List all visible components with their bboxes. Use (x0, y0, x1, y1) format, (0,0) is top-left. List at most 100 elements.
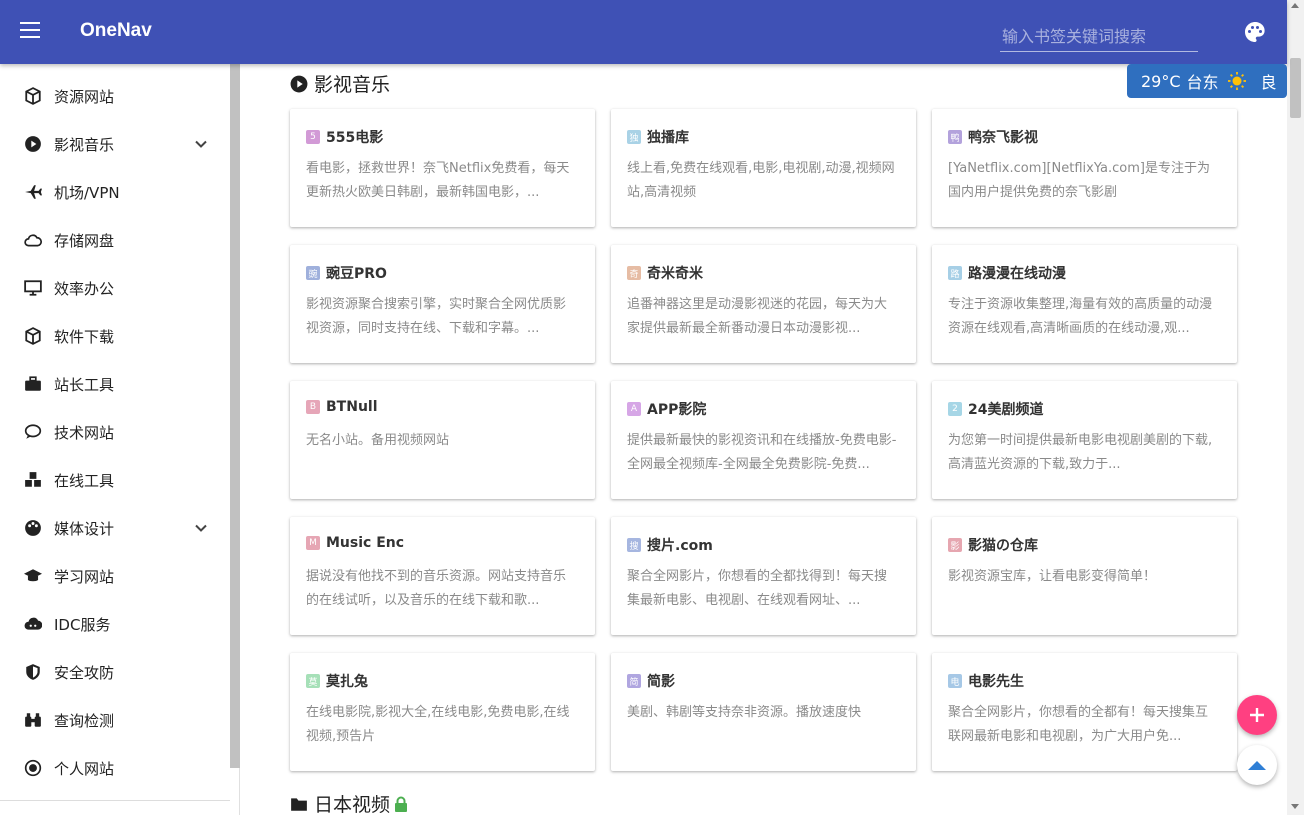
section-title-text: 影视音乐 (314, 74, 391, 96)
arrow-up-icon (1248, 761, 1266, 770)
site-card[interactable]: 影影猫の仓库 影视资源宝库，让看电影变得简单！ (932, 517, 1237, 635)
site-card[interactable]: B BTNull 无名小站。备用视频网站 (290, 381, 595, 499)
site-card[interactable]: 鸭鸭奈飞影视 [YaNetflix.com][NetflixYa.com]是专注… (932, 109, 1237, 227)
plus-icon (1250, 708, 1264, 722)
site-title: Music Enc (326, 535, 405, 551)
section-title: 日本视频 (290, 790, 408, 815)
sidebar-item-label: 在线工具 (54, 471, 115, 490)
sidebar-item-label: 影视音乐 (54, 135, 115, 154)
site-card[interactable]: 独独播库 线上看,免费在线观看,电影,电视剧,动漫,视频网站,高清视频 (611, 109, 916, 227)
sidebar-item-video-music[interactable]: 影视音乐 (0, 120, 228, 168)
binoculars-icon (25, 713, 41, 727)
sidebar-item-security[interactable]: 安全攻防 (0, 648, 228, 696)
site-card[interactable]: 搜搜片.com 聚合全网影片，你想看的全都找得到！每天搜集最新电影、电视剧、在线… (611, 517, 916, 635)
site-description: 为您第一时间提供最新电影电视剧美剧的下载,高清蓝光资源的下载,致力于... (948, 433, 1213, 472)
page-scrollbar[interactable] (1287, 0, 1304, 815)
site-favicon: 莫 (306, 674, 320, 688)
sidebar-divider (0, 800, 230, 801)
site-card[interactable]: 电电影先生 聚合全网影片，你想看的全都有！每天搜集互联网最新电影和电视剧，为广大… (932, 653, 1237, 771)
sidebar-item-label: 查询检测 (54, 711, 115, 730)
cloud-server-icon (24, 617, 42, 630)
site-card[interactable]: 奇奇米奇米 追番神器这里是动漫影视迷的花园，每天为大家提供最新最全新番动漫日本动… (611, 245, 916, 363)
palette-icon[interactable] (1243, 20, 1267, 44)
site-card[interactable]: 豌豌豆PRO 影视资源聚合搜索引擎，实时聚合全网优质影视资源，同时支持在线、下载… (290, 245, 595, 363)
add-button[interactable] (1237, 695, 1277, 735)
sidebar-item-label: 技术网站 (54, 423, 115, 442)
sidebar-item-office[interactable]: 效率办公 (0, 264, 228, 312)
top-app-bar: OneNav (0, 0, 1287, 64)
site-description: 追番神器这里是动漫影视迷的花园，每天为大家提供最新最全新番动漫日本动漫影视... (627, 297, 888, 336)
site-card[interactable]: M Music Enc 据说没有他找不到的音乐资源。网站支持音乐的在线试听，以及音… (290, 517, 595, 635)
chat-bubble-icon (24, 424, 42, 439)
sidebar-item-resources[interactable]: 资源网站 (0, 72, 228, 120)
cube-icon (25, 327, 41, 345)
sidebar-item-personal[interactable]: 个人网站 (0, 744, 228, 792)
sidebar-item-storage[interactable]: 存储网盘 (0, 216, 228, 264)
app-title[interactable]: OneNav (80, 20, 152, 42)
site-card[interactable]: 路路漫漫在线动漫 专注于资源收集整理,海量有效的高质量的动漫资源在线观看,高清晰… (932, 245, 1237, 363)
briefcase-icon (25, 376, 41, 391)
sidebar-item-query[interactable]: 查询检测 (0, 696, 228, 744)
site-favicon: 豌 (306, 266, 320, 280)
site-card[interactable]: A APP影院 提供最新最快的影视资讯和在线播放-免费电影-全网最全视频库-全网最… (611, 381, 916, 499)
site-card[interactable]: 2 24美剧频道 为您第一时间提供最新电影电视剧美剧的下载,高清蓝光资源的下载,致… (932, 381, 1237, 499)
site-title: 简影 (647, 674, 675, 690)
chevron-down-icon[interactable] (194, 521, 208, 535)
sidebar-item-media-design[interactable]: 媒体设计 (0, 504, 228, 552)
site-card[interactable]: 简简影 美剧、韩剧等支持奈非资源。播放速度快 (611, 653, 916, 771)
site-description: 提供最新最快的影视资讯和在线播放-免费电影-全网最全视频库-全网最全免费影院-免… (627, 433, 897, 472)
back-to-top-button[interactable] (1237, 745, 1277, 785)
site-description: 在线电影院,影视大全,在线电影,免费电影,在线视频,预告片 (306, 705, 570, 744)
folder-icon (291, 797, 307, 811)
sidebar-item-label: 资源网站 (54, 87, 115, 106)
site-favicon: 鸭 (948, 130, 962, 144)
site-favicon: 电 (948, 674, 962, 688)
menu-icon[interactable] (20, 22, 44, 42)
scrollbar-thumb[interactable] (1290, 58, 1301, 118)
site-title: 555电影 (326, 130, 384, 146)
site-title: 独播库 (647, 130, 689, 146)
graduation-cap-icon (24, 569, 42, 582)
sidebar-scrollbar[interactable] (230, 64, 240, 768)
site-card[interactable]: 莫莫扎兔 在线电影院,影视大全,在线电影,免费电影,在线视频,预告片 (290, 653, 595, 771)
weather-widget[interactable]: 29°C 台东 良 (1127, 64, 1287, 98)
site-description: 聚合全网影片，你想看的全都找得到！每天搜集最新电影、电视剧、在线观看网址、... (627, 569, 888, 608)
site-description: 无名小站。备用视频网站 (306, 433, 450, 448)
site-title: 豌豆PRO (326, 266, 387, 282)
sidebar-item-label: 存储网盘 (54, 231, 115, 250)
sidebar-item-label: 软件下载 (54, 327, 115, 346)
chevron-down-icon[interactable] (194, 137, 208, 151)
sidebar-item-idc[interactable]: IDC服务 (0, 600, 228, 648)
site-favicon: 简 (627, 674, 641, 688)
site-favicon: 搜 (627, 538, 641, 552)
search-input[interactable] (1000, 22, 1198, 52)
site-favicon: 5 (306, 130, 320, 144)
site-title: BTNull (326, 399, 378, 415)
site-favicon: 影 (948, 538, 962, 552)
site-title: APP影院 (647, 402, 707, 418)
sidebar-item-label: 个人网站 (54, 759, 115, 778)
sidebar: 资源网站 影视音乐 机场/VPN 存储网盘 效率办公 软件下载 站长工具 技术网… (0, 64, 240, 815)
site-title: 莫扎兔 (326, 674, 368, 690)
sidebar-item-learning[interactable]: 学习网站 (0, 552, 228, 600)
site-title: 路漫漫在线动漫 (968, 266, 1066, 282)
cubes-icon (25, 472, 41, 487)
site-favicon: B (306, 400, 320, 414)
sidebar-item-vpn[interactable]: 机场/VPN (0, 168, 228, 216)
sidebar-item-webmaster[interactable]: 站长工具 (0, 360, 228, 408)
sun-icon (1227, 72, 1246, 90)
scroll-down-arrow[interactable] (1291, 804, 1299, 809)
site-description: 影视资源宝库，让看电影变得简单！ (948, 569, 1157, 584)
sidebar-item-label: 机场/VPN (54, 183, 120, 202)
sidebar-item-online-tools[interactable]: 在线工具 (0, 456, 228, 504)
weather-location: 台东 (1186, 73, 1219, 92)
site-favicon: A (627, 402, 641, 416)
sidebar-item-software[interactable]: 软件下载 (0, 312, 228, 360)
sidebar-item-tech[interactable]: 技术网站 (0, 408, 228, 456)
lock-icon (395, 796, 408, 812)
scroll-up-arrow[interactable] (1291, 3, 1299, 8)
site-description: 聚合全网影片，你想看的全都有！每天搜集互联网最新电影和电视剧，为广大用户免... (948, 705, 1209, 744)
cube-icon (25, 87, 41, 105)
site-title: 搜片.com (647, 538, 713, 554)
site-card[interactable]: 5 555电影 看电影，拯救世界！奈飞Netflix免费看，每天更新热火欧美日韩剧… (290, 109, 595, 227)
